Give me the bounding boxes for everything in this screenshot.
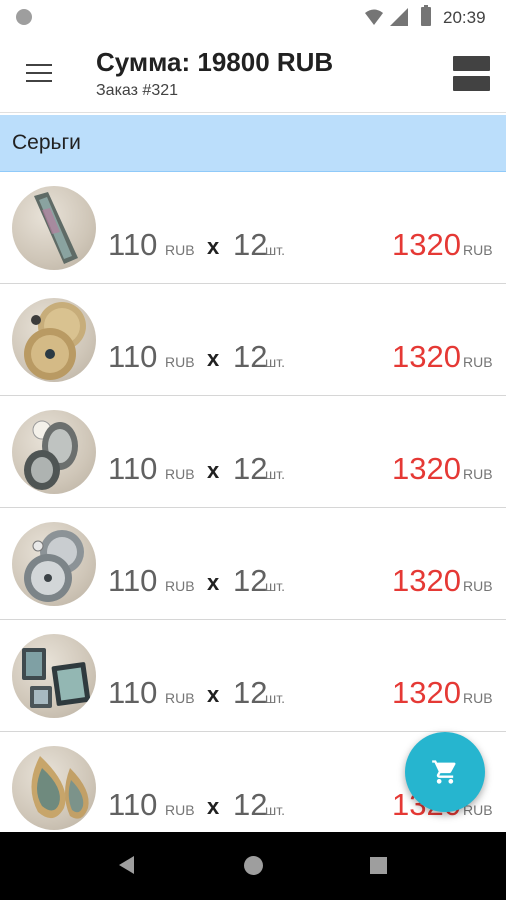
category-label: Серьги [12,131,81,154]
line-total: 1320 [392,563,461,598]
unit-price-currency: RUB [165,578,195,594]
quantity: 12 [233,339,268,374]
unit-price-currency: RUB [165,802,195,818]
quantity: 12 [233,787,268,822]
battery-icon [421,5,431,26]
shopping-cart-icon [432,760,456,784]
unit-price-currency: RUB [165,690,195,706]
system-nav-bar [0,832,506,900]
unit-price-currency: RUB [165,242,195,258]
quantity-unit: шт. [265,690,285,706]
app-bar: Сумма: 19800 RUB Заказ #321 [0,34,506,113]
quantity: 12 [233,227,268,262]
list-item[interactable]: 110 RUB x 12 шт. 1320 RUB [0,396,506,508]
view-agenda-icon [453,56,490,71]
product-thumbnail [12,746,96,830]
product-thumbnail [12,522,96,606]
quantity-unit: шт. [265,578,285,594]
menu-icon-line [26,72,52,74]
unit-price: 110 [108,563,158,598]
multiply-sign: x [207,458,220,483]
page-title: Сумма: 19800 RUB [96,47,334,77]
status-bar: 20:39 [0,0,506,34]
line-total-currency: RUB [463,354,493,370]
unit-price: 110 [108,787,158,822]
category-header: Серьги [0,115,506,172]
line-total-currency: RUB [463,242,493,258]
home-icon[interactable] [244,856,263,875]
product-thumbnail [12,634,96,718]
line-total: 1320 [392,451,461,486]
line-total-currency: RUB [463,690,493,706]
quantity-unit: шт. [265,354,285,370]
quantity: 12 [233,675,268,710]
quantity: 12 [233,451,268,486]
line-total: 1320 [392,339,461,374]
recent-apps-icon[interactable] [370,857,387,874]
view-agenda-button[interactable] [453,56,490,92]
quantity: 12 [233,563,268,598]
list-item[interactable]: 110 RUB x 12 шт. 1320 RUB [0,284,506,396]
view-agenda-icon [453,76,490,91]
unit-price: 110 [108,451,158,486]
menu-button[interactable] [24,61,54,85]
order-number: Заказ #321 [96,82,179,99]
menu-icon-line [26,80,52,82]
wifi-icon [365,9,383,25]
multiply-sign: x [207,570,220,595]
line-total-currency: RUB [463,466,493,482]
status-time: 20:39 [443,8,486,27]
product-thumbnail [12,410,96,494]
cart-fab-button[interactable] [405,732,485,812]
menu-icon-line [26,64,52,66]
product-thumbnail [12,186,96,270]
multiply-sign: x [207,346,220,371]
unit-price: 110 [108,339,158,374]
cell-signal-icon [390,8,408,26]
notification-dot-icon [16,9,32,25]
line-total-currency: RUB [463,578,493,594]
list-item[interactable]: 110 RUB x 12 шт. 1320 RUB [0,620,506,732]
multiply-sign: x [207,794,220,819]
unit-price: 110 [108,227,158,262]
line-total: 1320 [392,675,461,710]
order-items-list[interactable]: 110 RUB x 12 шт. 1320 RUB 110 RUB x 12 ш… [0,172,506,832]
product-thumbnail [12,298,96,382]
list-item[interactable]: 110 RUB x 12 шт. 1320 RUB [0,508,506,620]
quantity-unit: шт. [265,466,285,482]
unit-price: 110 [108,675,158,710]
quantity-unit: шт. [265,242,285,258]
quantity-unit: шт. [265,802,285,818]
multiply-sign: x [207,682,220,707]
line-total: 1320 [392,227,461,262]
unit-price-currency: RUB [165,354,195,370]
unit-price-currency: RUB [165,466,195,482]
list-item[interactable]: 110 RUB x 12 шт. 1320 RUB [0,172,506,284]
multiply-sign: x [207,234,220,259]
back-icon[interactable] [119,856,134,874]
